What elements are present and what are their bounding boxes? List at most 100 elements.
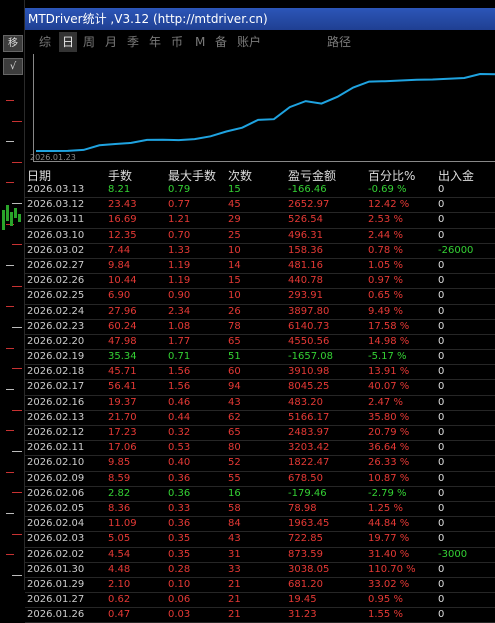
header-max-lots: 最大手数 (168, 169, 217, 183)
table-row[interactable]: 2026.02.03 5.05 0.35 43 722.85 19.77 % 0 (25, 532, 495, 548)
table-row[interactable]: 2026.02.13 21.70 0.44 62 5166.17 35.80 % 0 (25, 411, 495, 426)
table-row[interactable]: 2026.02.10 9.85 0.40 52 1822.47 26.33 % 0 (25, 456, 495, 472)
cell-percent: 26.33 % (368, 457, 410, 469)
cell-percent: 2.44 % (368, 229, 403, 241)
cell-percent: 110.70 % (368, 563, 416, 575)
cell-lots: 6.90 (108, 290, 131, 302)
chart-side-strip: 移 √ (0, 0, 25, 590)
table-row[interactable]: 2026.01.30 4.48 0.28 33 3038.05 110.70 % 0 (25, 563, 495, 578)
table-row[interactable]: 2026.02.19 35.34 0.71 51 -1657.08 -5.17 % 0 (25, 350, 495, 366)
side-tick (12, 451, 22, 452)
cell-date: 2026.02.23 (27, 320, 85, 332)
side-tick (6, 472, 14, 473)
cell-profit: 5166.17 (288, 411, 330, 423)
check-button[interactable]: √ (3, 58, 23, 75)
cell-max-lots: 0.71 (168, 351, 191, 363)
title-bar[interactable]: MTDriver统计 ,V3.12 (http://mtdriver.cn) (25, 8, 495, 30)
candle-mark (6, 205, 9, 221)
cell-max-lots: 0.46 (168, 396, 191, 408)
cell-lots: 8.59 (108, 472, 131, 484)
table-row[interactable]: 2026.01.27 0.62 0.06 21 19.45 0.95 % 0 (25, 593, 495, 609)
cell-date: 2026.01.26 (27, 609, 85, 621)
cell-profit: 3910.98 (288, 366, 330, 378)
table-row[interactable]: 2026.02.11 17.06 0.53 80 3203.42 36.64 % 0 (25, 441, 495, 457)
side-tick (12, 575, 22, 576)
table-row[interactable]: 2026.03.10 12.35 0.70 25 496.31 2.44 % 0 (25, 229, 495, 244)
table-row[interactable]: 2026.02.26 10.44 1.19 15 440.78 0.97 % 0 (25, 274, 495, 290)
table-row[interactable]: 2026.02.25 6.90 0.90 10 293.91 0.65 % 0 (25, 289, 495, 305)
tab-quarter[interactable]: 季 (127, 32, 139, 52)
tab-path[interactable]: 路径 (327, 32, 351, 52)
cell-deposit: 0 (438, 351, 445, 363)
tab-week[interactable]: 周 (83, 32, 95, 52)
cell-percent: 9.49 % (368, 305, 403, 317)
cell-percent: 0.97 % (368, 275, 403, 287)
table-row[interactable]: 2026.02.12 17.23 0.32 65 2483.97 20.79 % 0 (25, 426, 495, 442)
side-tick (12, 121, 22, 122)
cell-count: 31 (228, 548, 241, 560)
cell-profit: 6140.73 (288, 320, 330, 332)
table-row[interactable]: 2026.02.18 45.71 1.56 60 3910.98 13.91 % 0 (25, 365, 495, 381)
cell-lots: 47.98 (108, 335, 137, 347)
cell-count: 43 (228, 533, 241, 545)
tab-currency[interactable]: 币 (171, 32, 183, 52)
cell-profit: 3897.80 (288, 305, 330, 317)
table-row[interactable]: 2026.02.09 8.59 0.36 55 678.50 10.87 % 0 (25, 472, 495, 487)
table-row[interactable]: 2026.02.02 4.54 0.35 31 873.59 31.40 % -3000 (25, 548, 495, 563)
table-row[interactable]: 2026.02.16 19.37 0.46 43 483.20 2.47 % 0 (25, 396, 495, 411)
cell-deposit: 0 (438, 305, 445, 317)
cell-max-lots: 1.56 (168, 381, 191, 393)
table-row[interactable]: 2026.01.29 2.10 0.10 21 681.20 33.02 % 0 (25, 578, 495, 594)
tab-notes[interactable]: 备 (215, 32, 227, 52)
move-button[interactable]: 移 (3, 35, 23, 52)
cell-date: 2026.02.19 (27, 351, 85, 363)
cell-deposit: 0 (438, 472, 445, 484)
tab-account[interactable]: 账户 (237, 32, 261, 52)
cell-lots: 10.44 (108, 275, 137, 287)
cell-deposit: -26000 (438, 244, 474, 256)
table-row[interactable]: 2026.02.04 11.09 0.36 84 1963.45 44.84 % 0 (25, 517, 495, 533)
table-row[interactable]: 2026.02.24 27.96 2.34 26 3897.80 9.49 % 0 (25, 305, 495, 320)
cell-count: 15 (228, 275, 241, 287)
cell-profit: 678.50 (288, 472, 323, 484)
table-row[interactable]: 2026.02.23 60.24 1.08 78 6140.73 17.58 % 0 (25, 320, 495, 335)
cell-deposit: 0 (438, 229, 445, 241)
header-date: 日期 (27, 169, 52, 183)
table-row[interactable]: 2026.02.20 47.98 1.77 65 4550.56 14.98 % 0 (25, 335, 495, 351)
cell-count: 62 (228, 411, 241, 423)
tab-month[interactable]: 月 (105, 32, 117, 52)
table-row[interactable]: 2026.02.05 8.36 0.33 58 78.98 1.25 % 0 (25, 502, 495, 518)
cell-percent: 20.79 % (368, 427, 410, 438)
table-row[interactable]: 2026.03.02 7.44 1.33 10 158.36 0.78 % -26000 (25, 244, 495, 259)
cell-count: 16 (228, 487, 241, 499)
tab-day[interactable]: 日 (59, 32, 78, 52)
cell-deposit: 0 (438, 502, 445, 514)
cell-count: 94 (228, 381, 241, 393)
cell-count: 65 (228, 427, 241, 438)
header-lots: 手数 (108, 169, 133, 183)
table-row[interactable]: 2026.02.17 56.41 1.56 94 8045.25 40.07 % 0 (25, 380, 495, 396)
cell-lots: 17.23 (108, 427, 137, 438)
tab-year[interactable]: 年 (149, 32, 161, 52)
cell-count: 52 (228, 457, 241, 469)
cell-lots: 4.54 (108, 548, 131, 560)
table-row[interactable]: 2026.02.06 2.82 0.36 16 -179.46 -2.79 % 0 (25, 487, 495, 502)
table-row[interactable]: 2026.03.13 8.21 0.79 15 -166.46 -0.69 % 0 (25, 183, 495, 199)
table-row[interactable]: 2026.03.11 16.69 1.21 29 526.54 2.53 % 0 (25, 213, 495, 229)
cell-deposit: 0 (438, 366, 445, 378)
cell-deposit: 0 (438, 487, 445, 499)
cell-percent: 31.40 % (368, 548, 410, 560)
tab-magic[interactable]: M (195, 32, 205, 52)
table-row[interactable]: 2026.02.27 9.84 1.19 14 481.16 1.05 % 0 (25, 259, 495, 275)
stats-panel: MTDriver统计 ,V3.12 (http://mtdriver.cn) 综… (25, 0, 495, 623)
window-title: MTDriver统计 ,V3.12 (http://mtdriver.cn) (28, 12, 268, 26)
table-row[interactable]: 2026.01.26 0.47 0.03 21 31.23 1.55 % 0 (25, 608, 495, 623)
cell-profit: 440.78 (288, 275, 323, 287)
cell-lots: 11.09 (108, 518, 137, 530)
tab-overall[interactable]: 综 (39, 32, 51, 52)
cell-max-lots: 0.32 (168, 427, 191, 438)
equity-chart (33, 54, 495, 162)
side-tick (12, 410, 22, 411)
cell-deposit: 0 (438, 594, 445, 606)
table-row[interactable]: 2026.03.12 23.43 0.77 45 2652.97 12.42 % 0 (25, 198, 495, 214)
